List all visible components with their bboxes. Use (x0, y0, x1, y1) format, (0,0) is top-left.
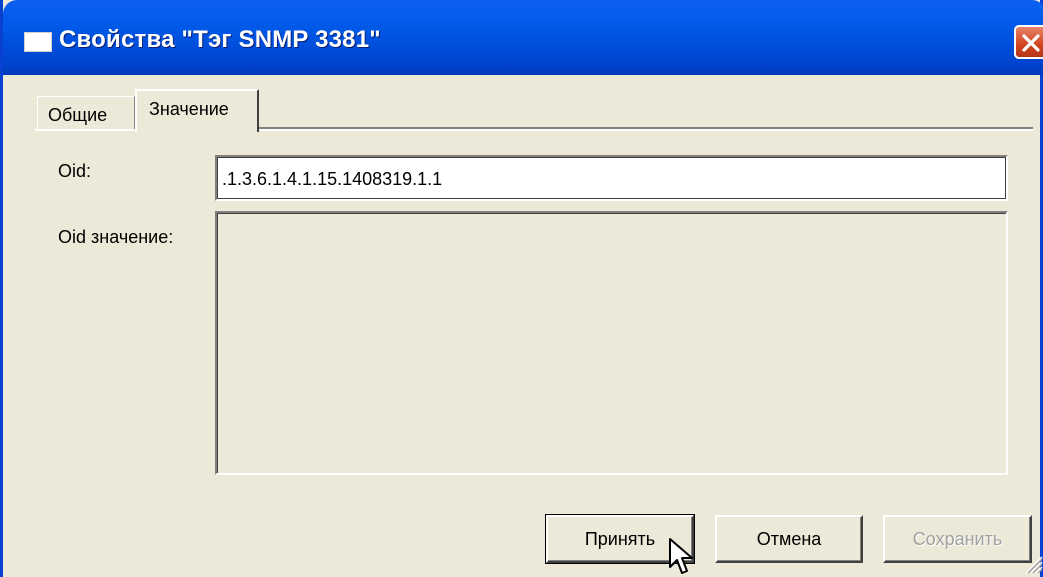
tab-value-label: Значение (149, 99, 229, 119)
properties-dialog: Свойства "Тэг SNMP 3381" Общие Значение … (0, 0, 1043, 577)
oid-value-field[interactable] (215, 211, 1008, 475)
tab-general-label: Общие (48, 105, 108, 125)
oid-label: Oid: (58, 161, 92, 181)
close-icon (1022, 34, 1040, 52)
title-bar[interactable]: Свойства "Тэг SNMP 3381" (3, 0, 1043, 75)
close-button[interactable] (1014, 25, 1043, 59)
cancel-button[interactable]: Отмена (715, 515, 863, 563)
tab-general[interactable]: Общие (37, 96, 135, 129)
oid-value-label: Oid значение: (58, 227, 174, 247)
mouse-pointer-icon (669, 538, 693, 574)
save-button[interactable]: Сохранить (883, 515, 1032, 563)
tab-value[interactable]: Значение (135, 89, 259, 132)
window-icon (24, 32, 52, 52)
resize-grip-icon[interactable] (1020, 551, 1043, 574)
oid-input[interactable]: .1.3.6.1.4.1.15.1408319.1.1 (215, 155, 1008, 201)
window-title: Свойства "Тэг SNMP 3381" (59, 26, 381, 53)
